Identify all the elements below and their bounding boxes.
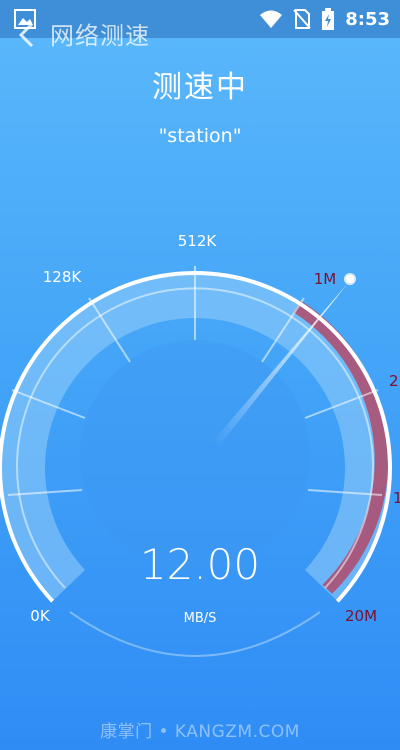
- label-1m: 1M: [314, 270, 337, 288]
- label-10m: 1: [393, 489, 400, 507]
- watermark: 康掌门 • KANGZM.COM: [100, 722, 300, 742]
- speed-unit: MB/S: [183, 611, 217, 626]
- network-name: "station": [158, 125, 242, 147]
- wifi-icon: [260, 10, 283, 28]
- speed-value: 12.00: [139, 540, 261, 589]
- no-sim-icon: [293, 9, 311, 29]
- label-512k: 512K: [178, 232, 218, 250]
- status-time: 8:53: [345, 8, 390, 30]
- test-status-title: 测速中: [152, 70, 248, 105]
- status-icons: 8:53: [259, 0, 390, 38]
- label-2m: 2: [389, 372, 399, 390]
- nav-title: 网络测速: [50, 22, 150, 50]
- back-arrow-icon[interactable]: [12, 20, 42, 50]
- battery-charging-icon: [322, 8, 335, 30]
- label-128k: 128K: [43, 268, 83, 286]
- speed-gauge: 0K 128K 512K 1M 2 1 20M: [0, 232, 400, 657]
- needle-tip-dot: [344, 273, 356, 285]
